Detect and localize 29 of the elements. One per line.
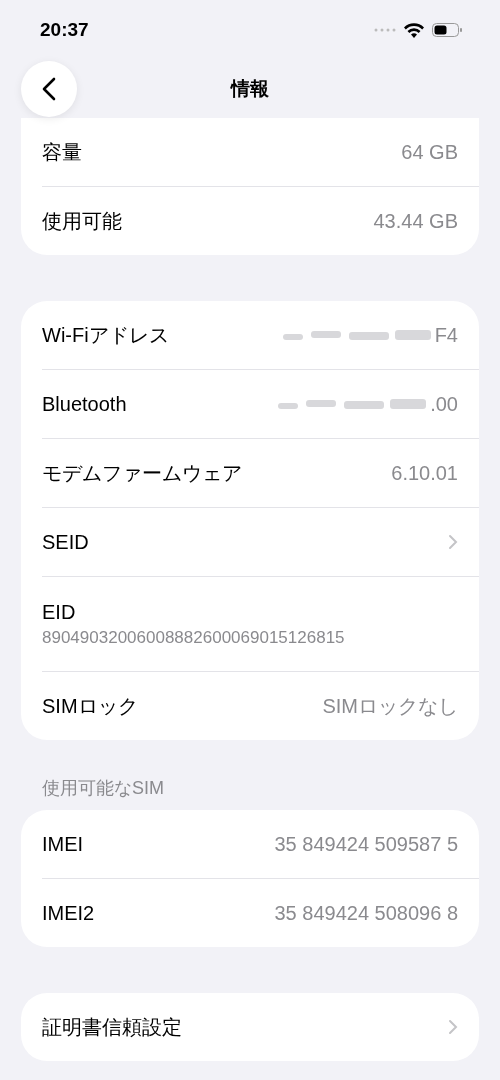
- chevron-icon: [448, 1019, 458, 1035]
- row-label: Bluetooth: [42, 392, 127, 416]
- row-value: 64 GB: [401, 140, 458, 164]
- row-value: .00: [430, 392, 458, 416]
- status-time: 20:37: [40, 19, 89, 41]
- row-value: 43.44 GB: [373, 209, 458, 233]
- row-label: SIMロック: [42, 693, 138, 719]
- battery-icon: [432, 23, 462, 37]
- row-label: IMEI2: [42, 901, 95, 925]
- row-label: 容量: [42, 139, 82, 165]
- wifi-icon: [404, 22, 424, 38]
- list-item[interactable]: 証明書信頼設定: [42, 993, 479, 1061]
- page-title: 情報: [231, 77, 269, 101]
- back-icon: [42, 77, 56, 101]
- row-label: EID: [42, 600, 77, 624]
- row-label: モデムファームウェア: [42, 460, 242, 486]
- row-value: 35 849424 509587 5: [274, 832, 458, 856]
- section-header: 使用可能なSIM: [42, 777, 165, 800]
- row-value: 89049032006008882600069015126815: [42, 627, 346, 648]
- row-label: Wi-Fiアドレス: [42, 322, 169, 348]
- row-value: 6.10.01: [391, 461, 458, 485]
- row-value: SIMロックなし: [322, 693, 458, 719]
- row-label: IMEI: [42, 832, 84, 856]
- row-label: 使用可能: [42, 208, 122, 234]
- row-value: 35 849424 508096 8: [274, 901, 458, 925]
- signal-icon: [374, 28, 396, 32]
- row-value: F4: [434, 323, 458, 347]
- chevron-icon: [448, 534, 458, 550]
- list-item[interactable]: SEID: [42, 507, 479, 576]
